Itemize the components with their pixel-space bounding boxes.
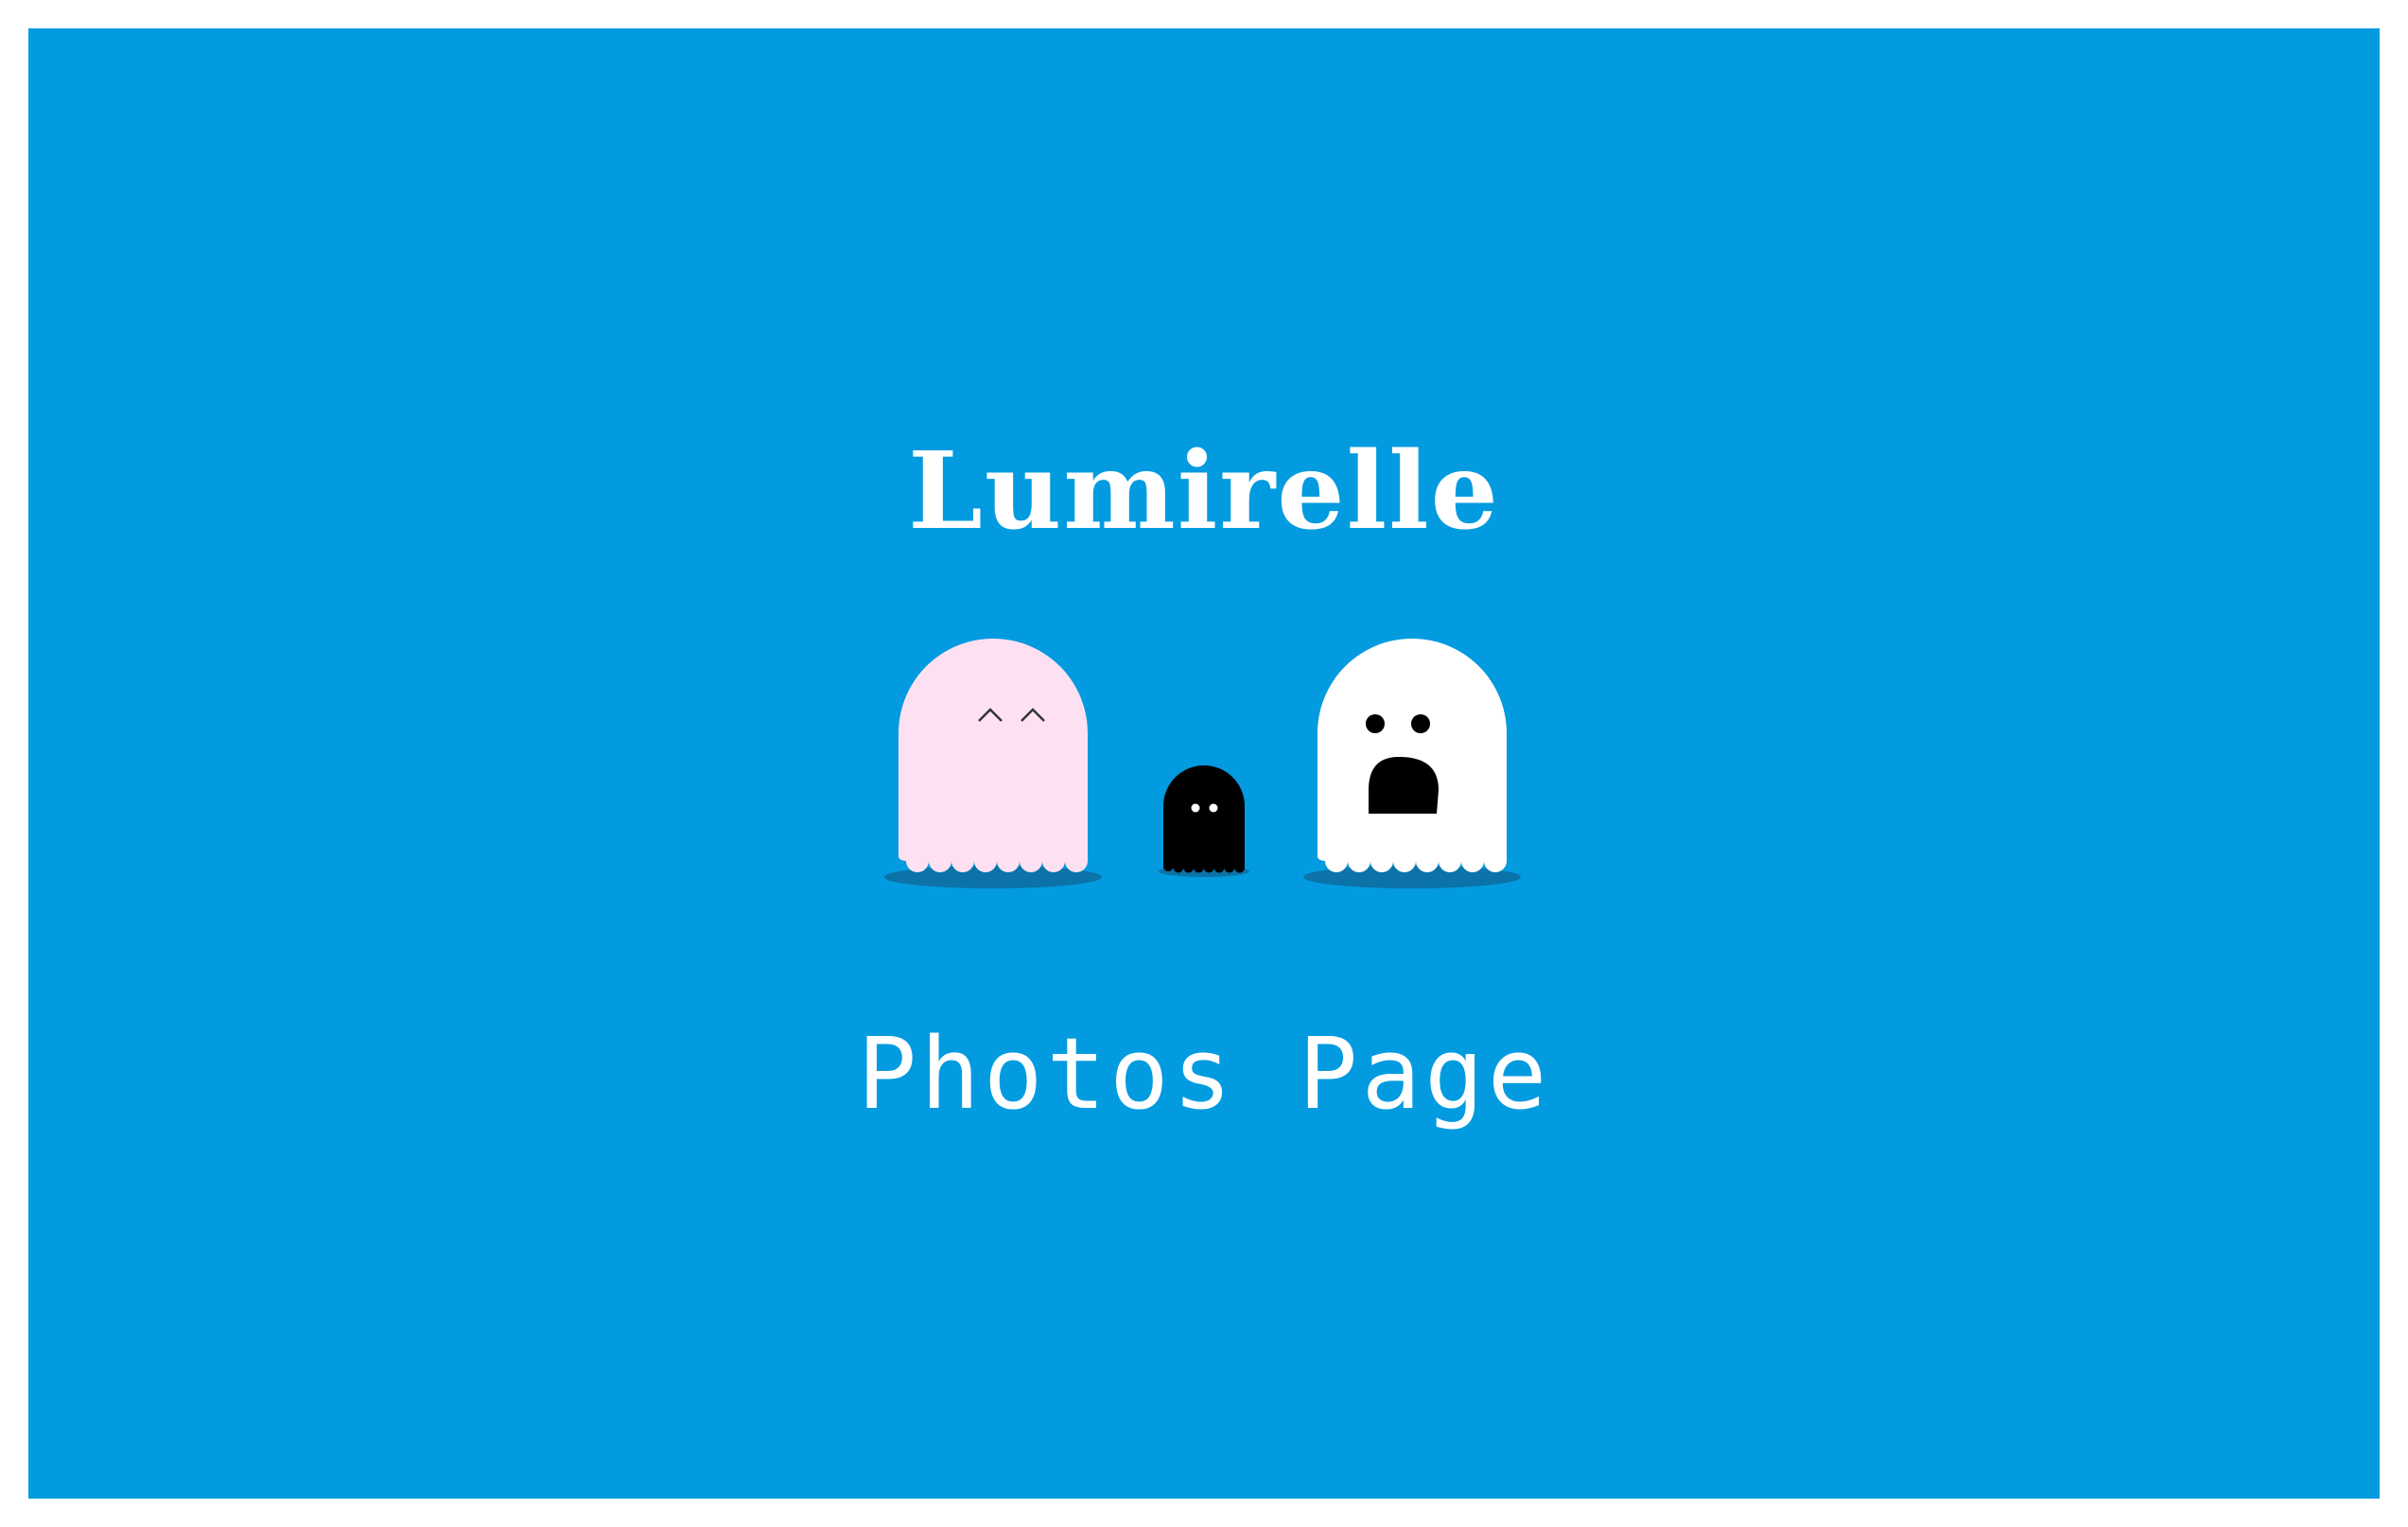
pink-ghost-icon [884,639,1102,888]
pink-ghost-body [899,639,1088,872]
white-ghost-right-eye [1411,714,1430,733]
black-ghost-right-eye [1209,803,1218,813]
ghosts-illustration [884,639,1521,888]
black-ghost-left-eye [1191,803,1200,813]
black-ghost-body [1163,765,1245,873]
black-ghost-icon [1159,765,1249,877]
white-ghost-body [1317,639,1507,872]
white-ghost-left-eye [1366,714,1385,733]
page-background: Lumirelle Photos Page [28,28,2380,1499]
white-ghost-mouth [1369,757,1439,814]
page-title: Photos Page [857,1016,1551,1132]
white-ghost-icon [1303,639,1521,888]
